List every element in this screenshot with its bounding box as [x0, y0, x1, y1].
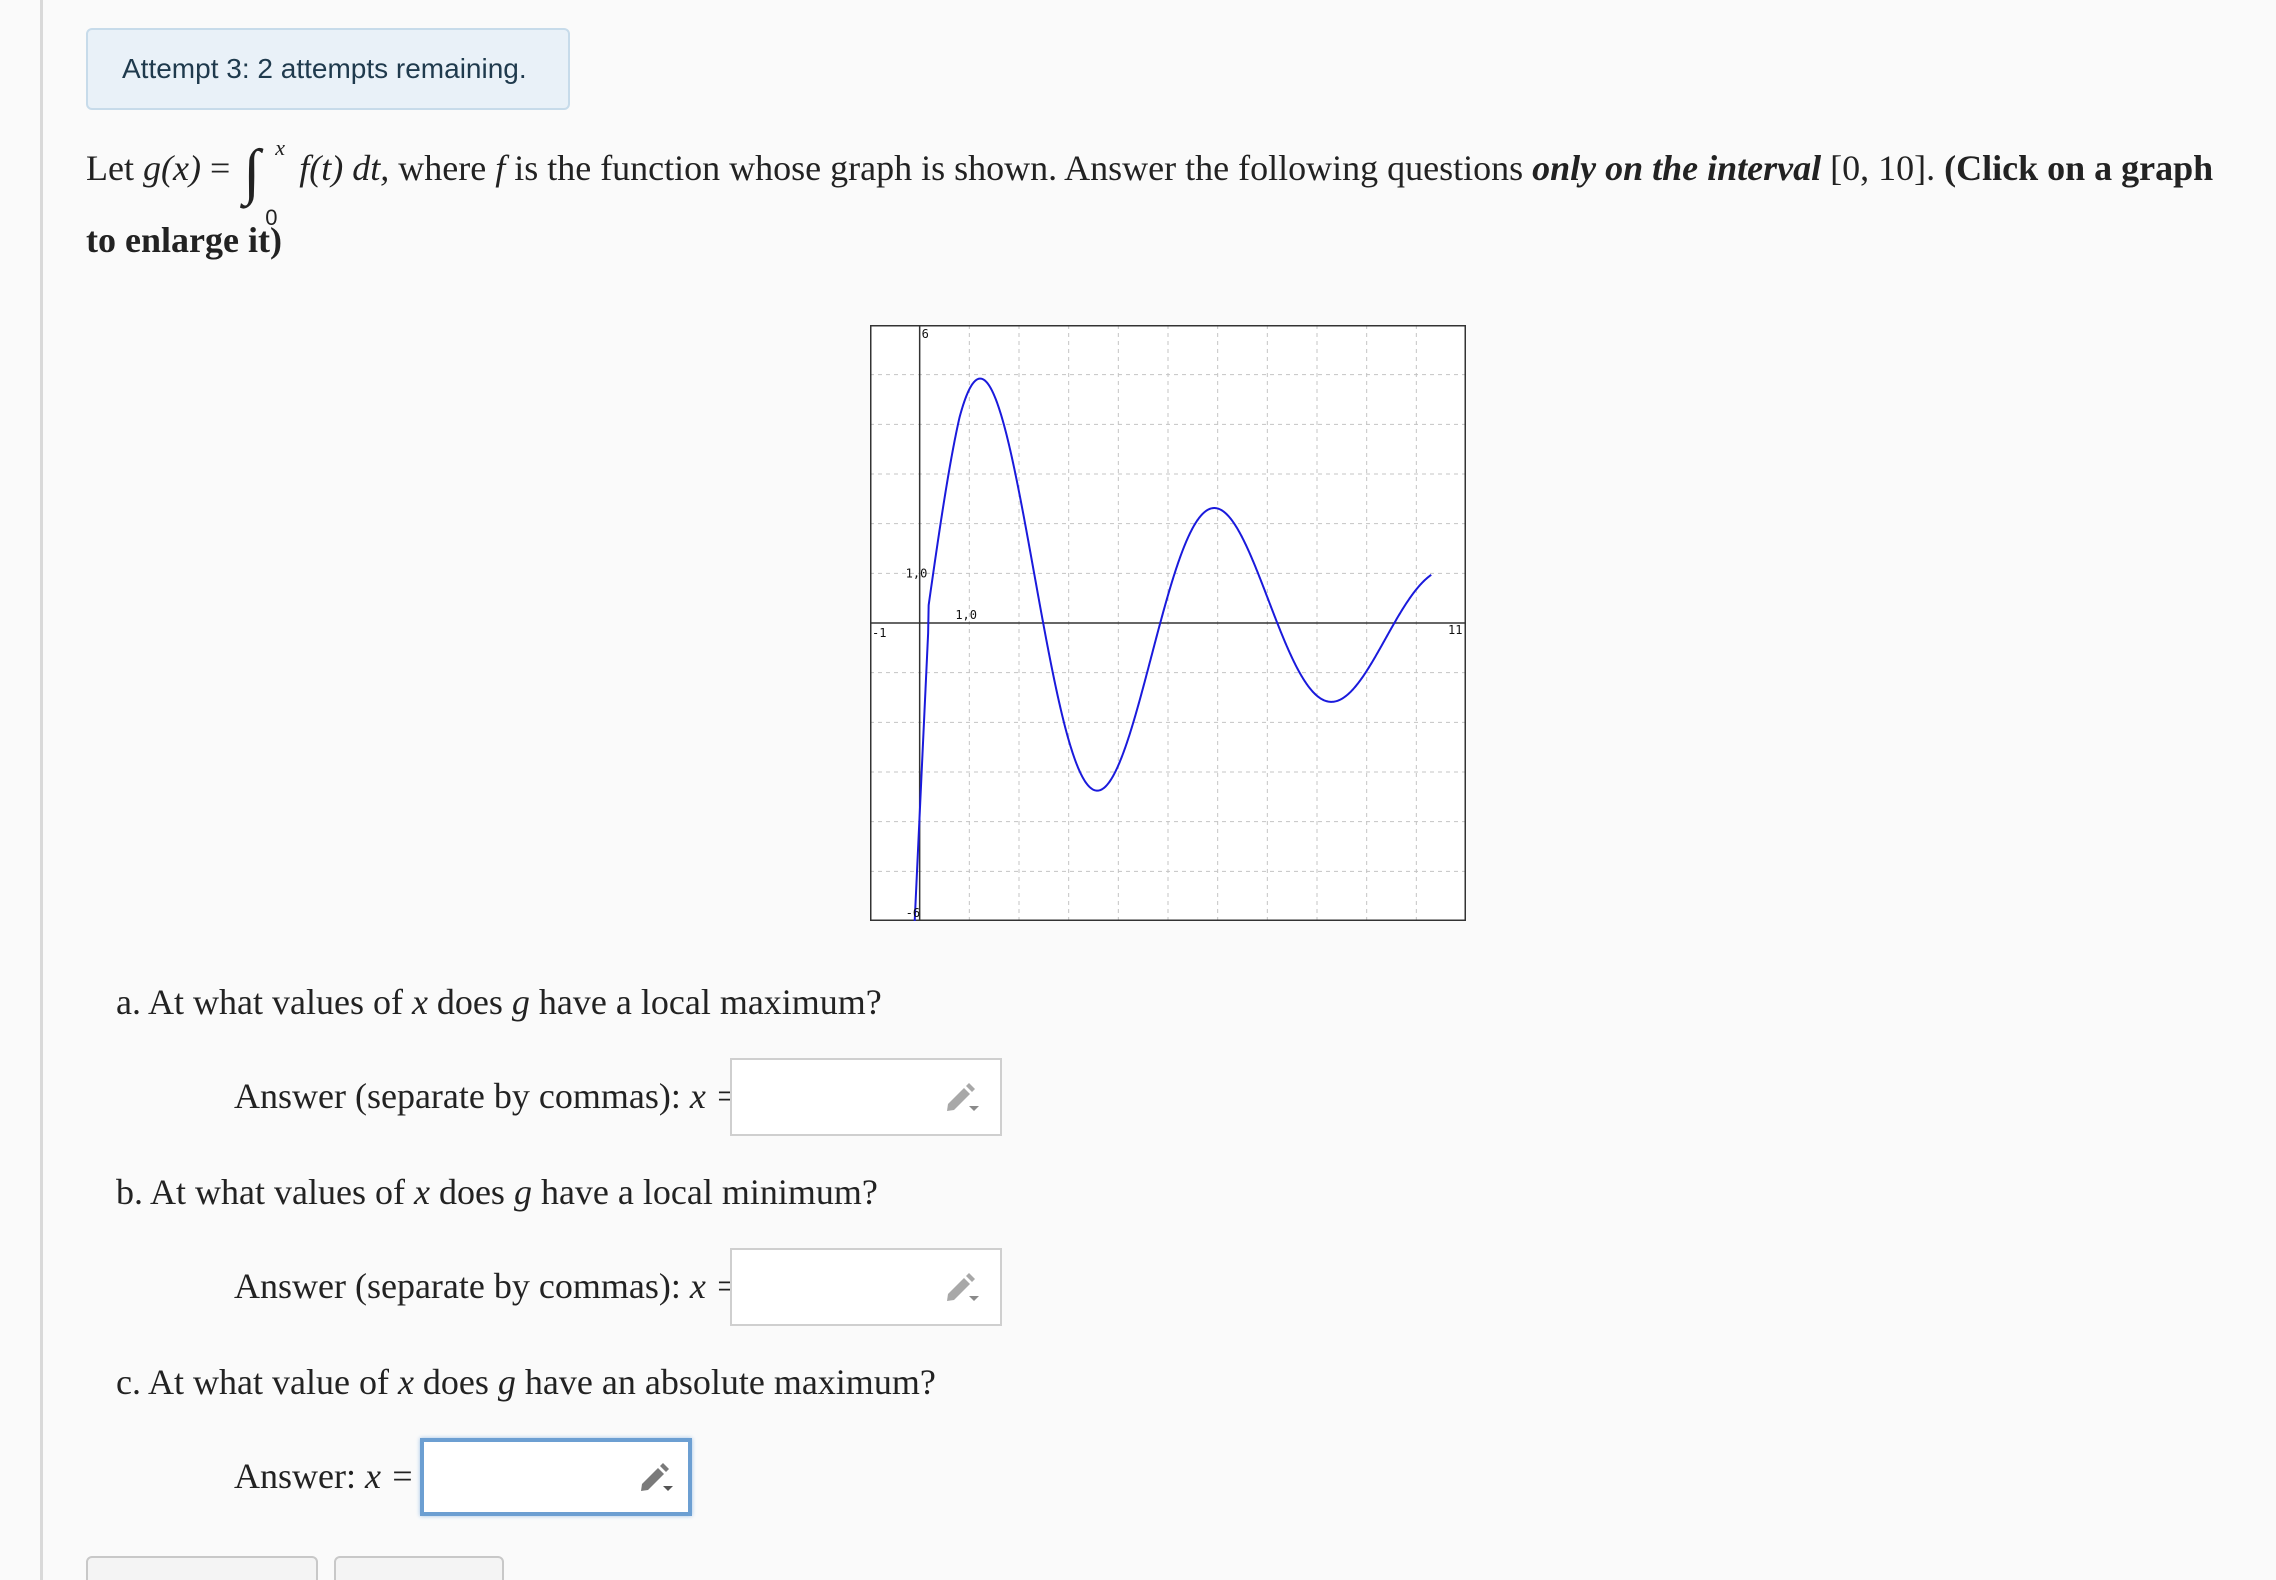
tick-label-y-bottom: -6: [906, 906, 920, 920]
answer-a-label-text: Answer (separate by commas):: [234, 1076, 681, 1116]
problem-interval: [0, 10].: [1830, 148, 1936, 188]
secondary-button-partial[interactable]: [334, 1556, 504, 1580]
answer-b-pencil-icon[interactable]: [944, 1270, 980, 1302]
question-b: b. At what values of x does g have a loc…: [116, 1170, 878, 1214]
tick-label-y-top: 6: [922, 327, 929, 341]
answer-a-label: Answer (separate by commas): x =: [234, 1074, 739, 1118]
attempts-remaining-text: Attempt 3: 2 attempts remaining.: [122, 53, 527, 84]
question-c-text-after: have an absolute maximum?: [524, 1362, 936, 1402]
function-graph-svg[interactable]: 6 -6 -1 11 1,0 1,0: [870, 325, 1466, 921]
question-b-var: x: [413, 1172, 430, 1212]
submit-button-partial[interactable]: [86, 1556, 318, 1580]
page-left-border: [40, 0, 43, 1580]
question-c-func: g: [497, 1362, 516, 1402]
tick-label-y-unit: 1,0: [906, 566, 928, 580]
integral-symbol: ∫ x 0: [243, 135, 285, 230]
question-a-func: g: [511, 982, 530, 1022]
question-c-marker: c.: [116, 1362, 141, 1402]
question-b-func: g: [513, 1172, 532, 1212]
question-b-marker: b.: [116, 1172, 143, 1212]
answer-c-label: Answer: x =: [234, 1454, 414, 1498]
question-a-text-before: At what values of: [148, 982, 403, 1022]
tick-label-x-left: -1: [872, 626, 886, 640]
problem-statement: Let g(x) = ∫ x 0 f(t) dt, where f is the f…: [86, 132, 2236, 276]
answer-c-pencil-icon[interactable]: [638, 1460, 674, 1492]
question-b-text-before: At what values of: [150, 1172, 405, 1212]
tick-label-x-unit: 1,0: [955, 608, 977, 622]
answer-c-label-text: Answer:: [234, 1456, 356, 1496]
question-b-text-mid: does: [438, 1172, 505, 1212]
question-a-marker: a.: [116, 982, 141, 1022]
problem-equals: =: [209, 148, 231, 188]
problem-let: Let: [86, 148, 134, 188]
function-graph[interactable]: 6 -6 -1 11 1,0 1,0: [870, 325, 1466, 921]
answer-c-var: x =: [364, 1456, 415, 1496]
integral-lower-limit: 0: [265, 204, 278, 230]
question-a-var: x: [411, 982, 428, 1022]
question-c-text-mid: does: [422, 1362, 489, 1402]
tick-label-x-right: 11: [1448, 623, 1462, 637]
question-b-text-after: have a local minimum?: [540, 1172, 878, 1212]
problem-only-interval: only on the interval: [1532, 148, 1822, 188]
problem-g-of-x: g(x): [142, 148, 201, 188]
problem-where: where: [398, 148, 487, 188]
question-c: c. At what value of x does g have an abs…: [116, 1360, 936, 1404]
question-c-text-before: At what value of: [148, 1362, 389, 1402]
integral-upper-limit: x: [275, 134, 286, 160]
answer-b-label-text: Answer (separate by commas):: [234, 1266, 681, 1306]
question-a-text-after: have a local maximum?: [538, 982, 882, 1022]
answer-a-pencil-icon[interactable]: [944, 1080, 980, 1112]
question-a: a. At what values of x does g have a loc…: [116, 980, 882, 1024]
question-a-text-mid: does: [436, 982, 503, 1022]
question-c-var: x: [397, 1362, 414, 1402]
problem-f: f: [495, 148, 506, 188]
problem-middle-text: is the function whose graph is shown. An…: [514, 148, 1524, 188]
problem-integrand: f(t) dt,: [299, 148, 390, 188]
attempts-remaining-banner: Attempt 3: 2 attempts remaining.: [86, 28, 570, 110]
answer-b-label: Answer (separate by commas): x =: [234, 1264, 739, 1308]
